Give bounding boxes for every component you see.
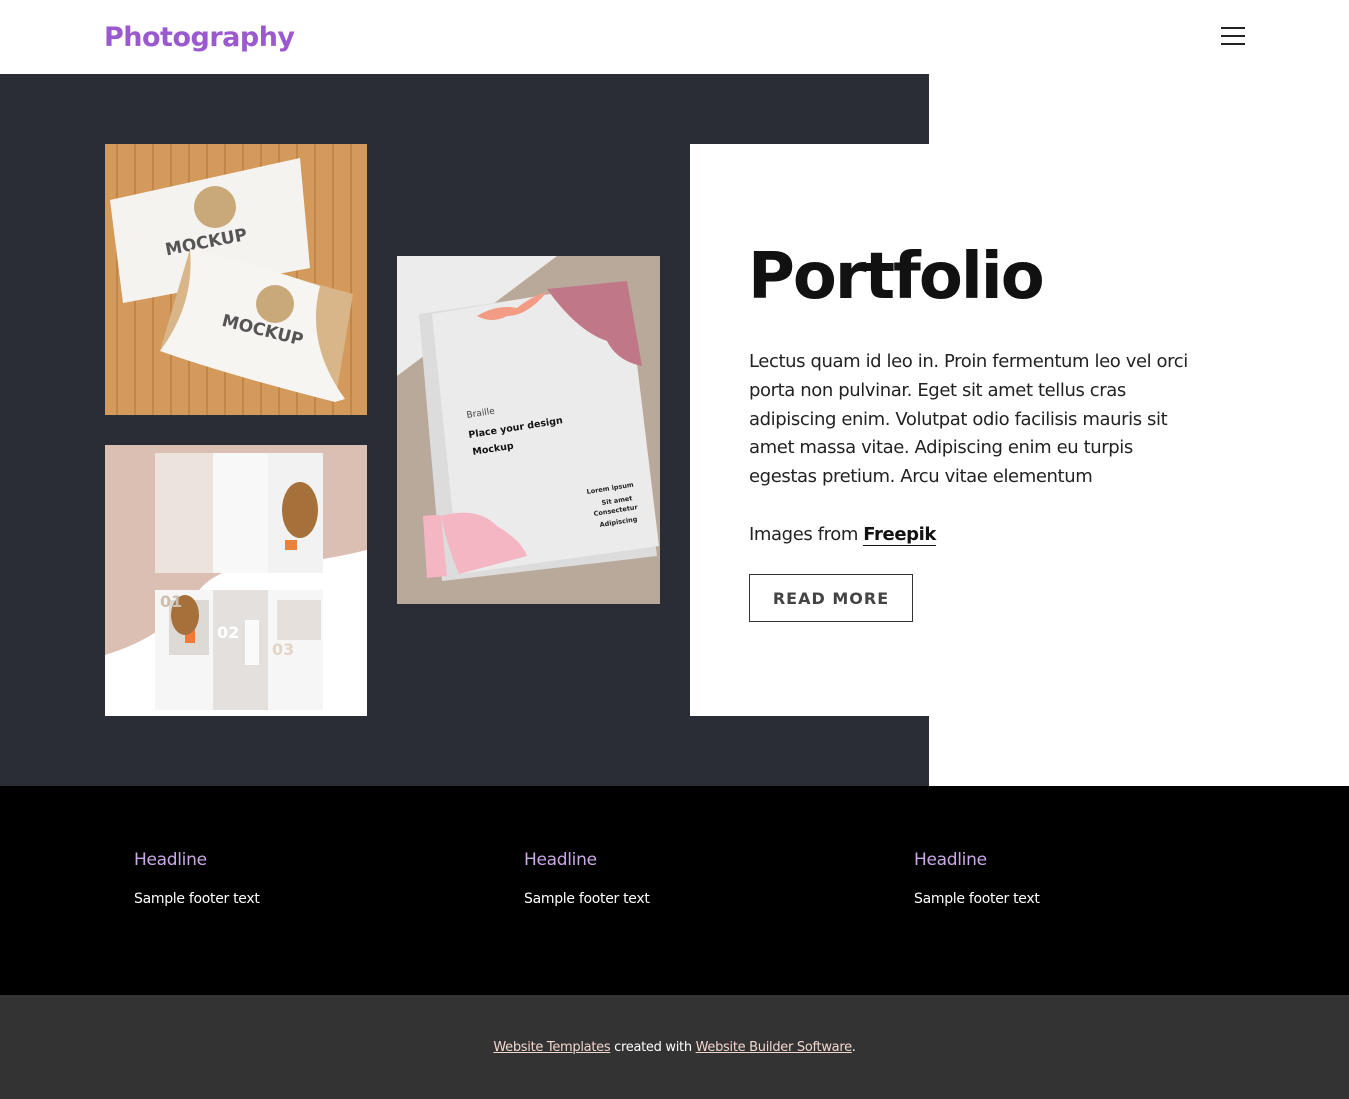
footer-headline: Headline <box>914 850 987 870</box>
footer-column: Headline Sample footer text <box>134 850 260 907</box>
svg-text:03: 03 <box>272 640 294 659</box>
freepik-link[interactable]: Freepik <box>863 524 936 546</box>
menu-bar <box>1221 27 1245 29</box>
image-credit: Images from Freepik <box>749 524 936 546</box>
footer-text: Sample footer text <box>134 891 260 907</box>
footer-column: Headline Sample footer text <box>524 850 650 907</box>
svg-text:01: 01 <box>160 592 182 611</box>
portfolio-title: Portfolio <box>748 240 1045 314</box>
website-builder-link[interactable]: Website Builder Software <box>696 1040 852 1055</box>
builder-credit: Website Templates created with Website B… <box>0 1040 1349 1055</box>
portfolio-description: Lectus quam id leo in. Proin fermentum l… <box>749 351 1188 488</box>
portfolio-card: Portfolio Lectus quam id leo in. Proin f… <box>690 144 1250 716</box>
menu-bar <box>1221 35 1245 37</box>
bottom-bar: Website Templates created with Website B… <box>0 995 1349 1099</box>
site-logo[interactable]: Photography <box>104 22 295 53</box>
svg-text:02: 02 <box>217 623 239 642</box>
site-footer: Headline Sample footer text Headline Sam… <box>0 786 1349 995</box>
read-more-button[interactable]: READ MORE <box>749 574 913 622</box>
footer-text: Sample footer text <box>914 891 1040 907</box>
credit-end: . <box>851 1040 856 1055</box>
hamburger-menu-icon[interactable] <box>1219 25 1247 47</box>
footer-text: Sample footer text <box>524 891 650 907</box>
site-header: Photography <box>0 0 1349 74</box>
footer-column: Headline Sample footer text <box>914 850 1040 907</box>
credit-middle: created with <box>610 1040 696 1055</box>
footer-headline: Headline <box>134 850 207 870</box>
gallery-image-business-cards[interactable]: MOCKUP MOCKUP <box>105 144 367 415</box>
footer-headline: Headline <box>524 850 597 870</box>
menu-bar <box>1221 43 1245 45</box>
gallery-image-trifold[interactable]: 01 02 03 <box>105 445 367 716</box>
credit-prefix: Images from <box>749 524 864 545</box>
website-templates-link[interactable]: Website Templates <box>493 1040 610 1055</box>
gallery-image-brochure[interactable]: Braille Place your design Mockup Lorem i… <box>397 256 660 604</box>
